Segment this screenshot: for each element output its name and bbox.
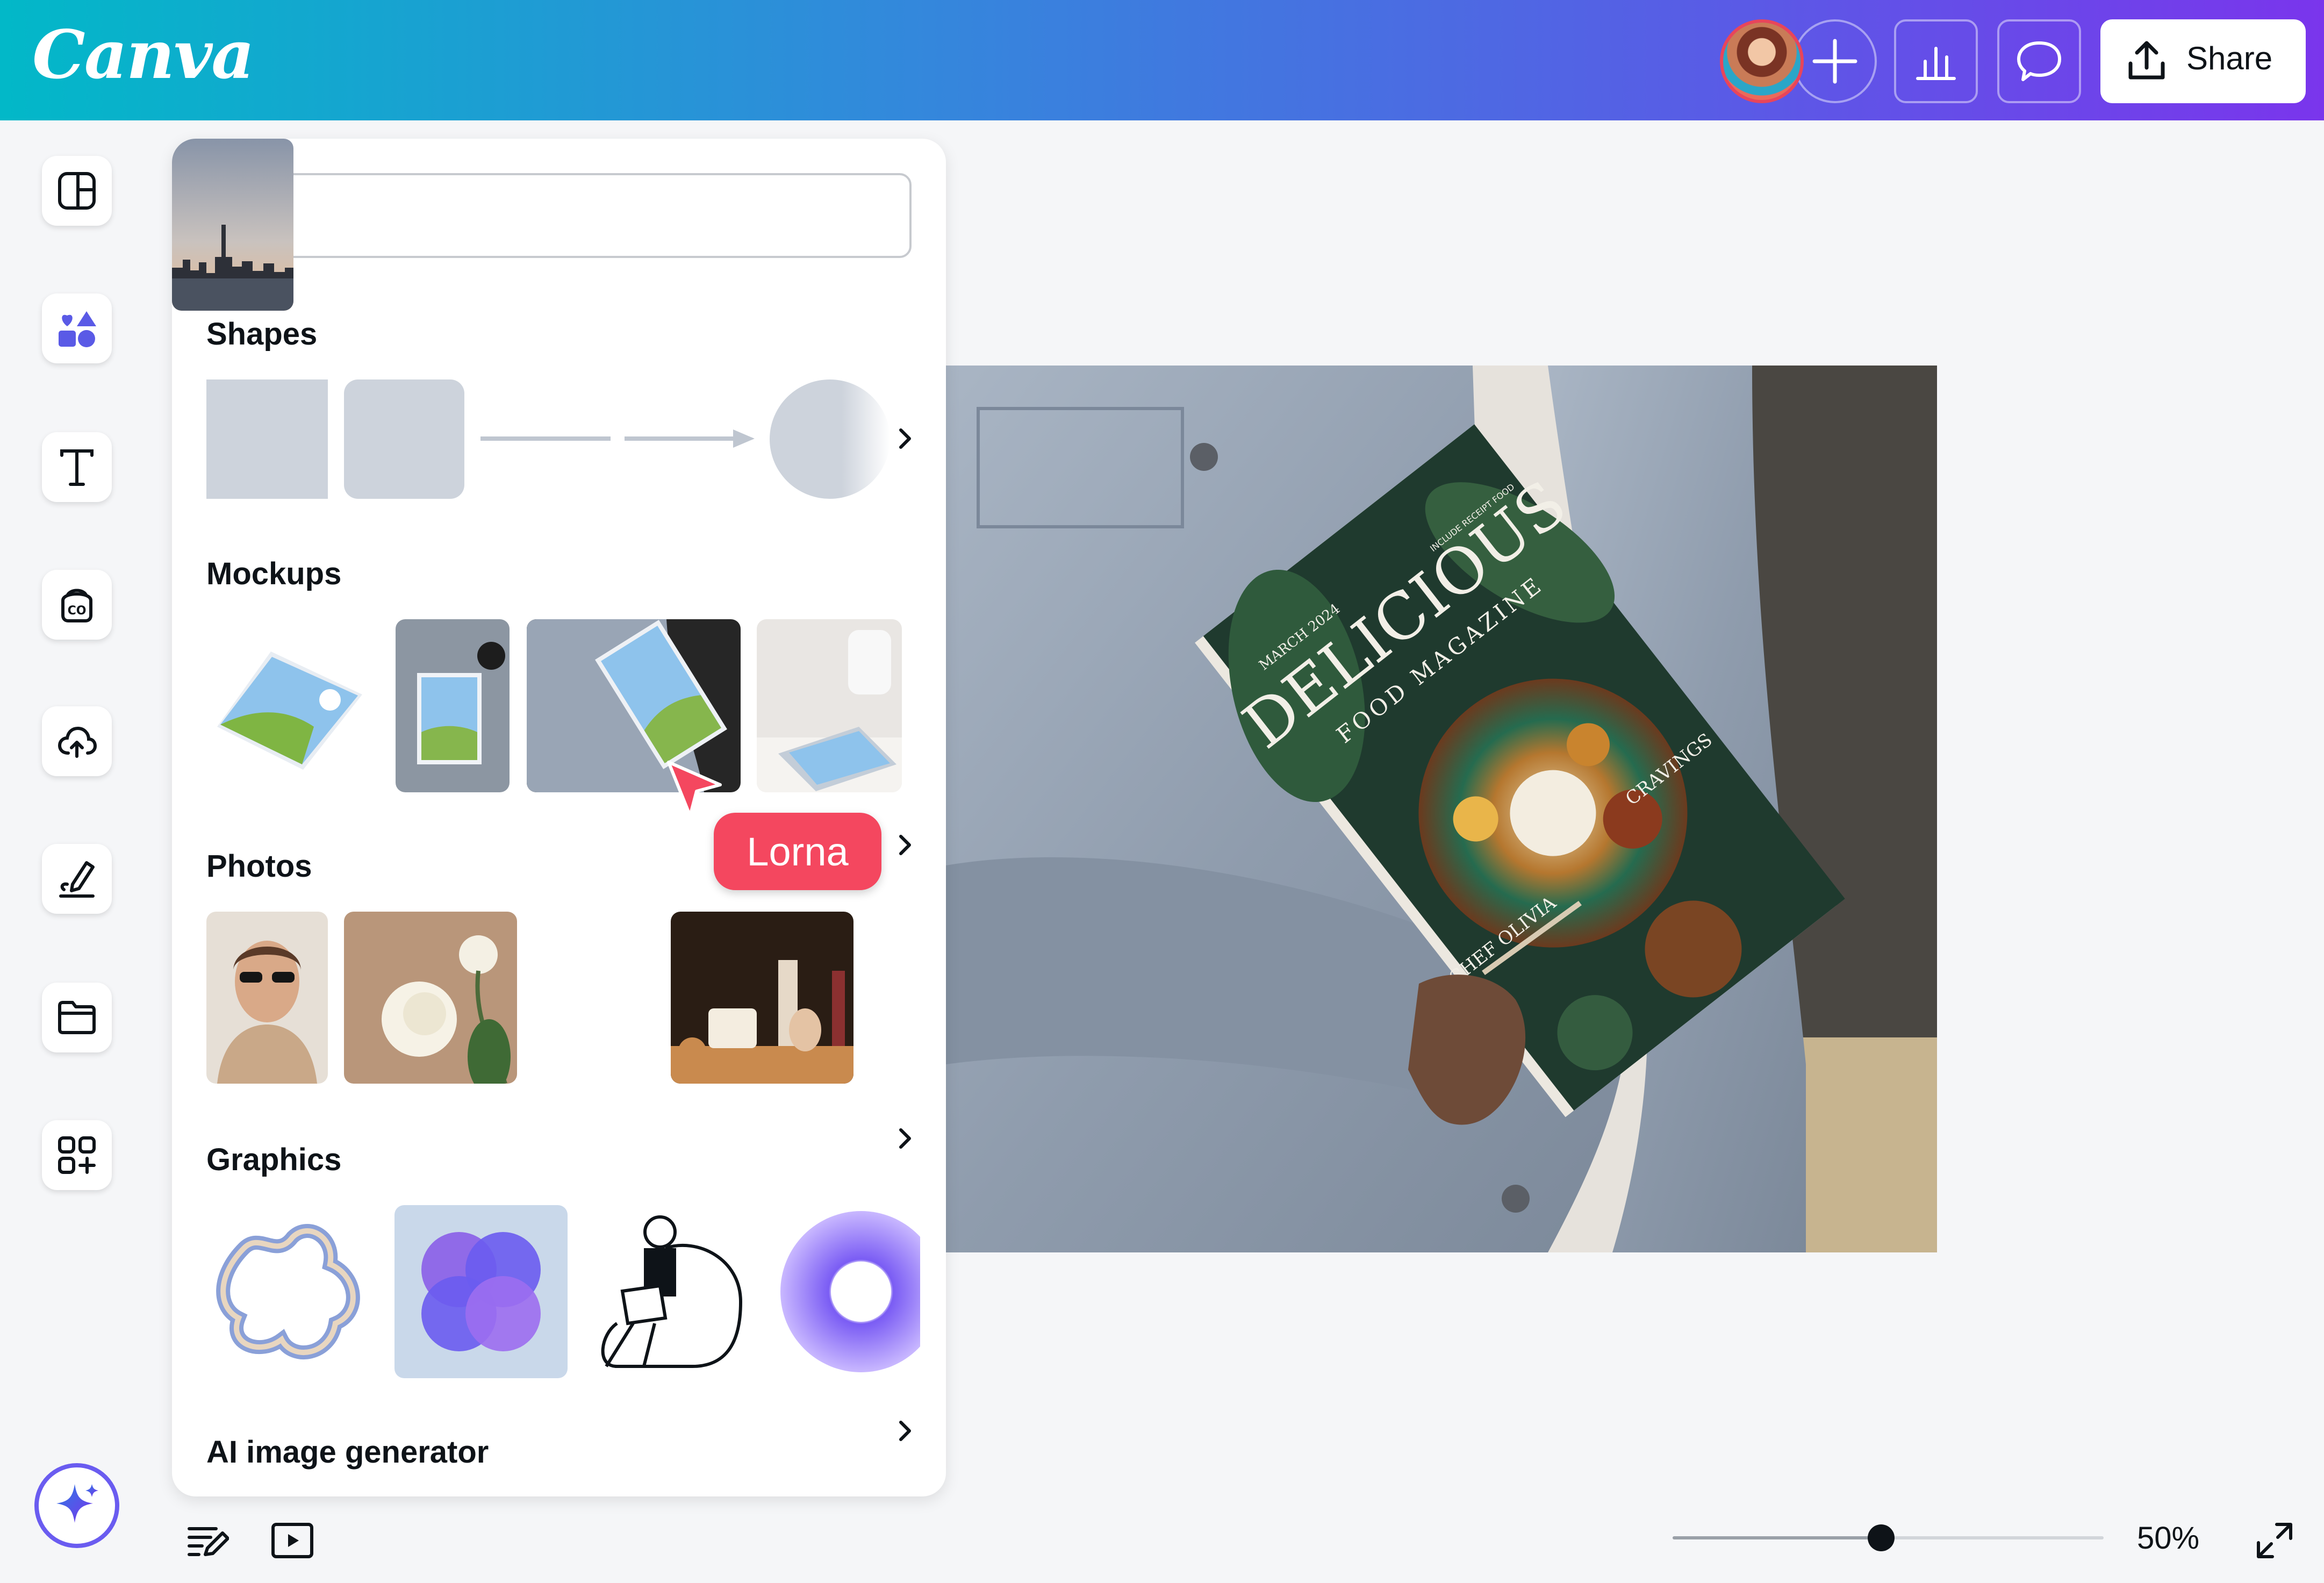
insights-button[interactable] <box>1894 19 1978 103</box>
section-title-graphics: Graphics <box>206 1142 342 1177</box>
brand-kit-icon: CO <box>61 589 92 622</box>
sidebar-item-elements[interactable] <box>42 293 112 363</box>
photo-white-flowers[interactable] <box>344 912 517 1084</box>
draw-icon <box>59 861 95 898</box>
mockup-hands-magazine[interactable] <box>396 619 510 792</box>
magic-button[interactable] <box>34 1463 119 1548</box>
cloud-upload-icon <box>58 726 97 758</box>
svg-text:CO: CO <box>68 604 87 618</box>
shape-arrow[interactable] <box>622 425 757 452</box>
comments-button[interactable] <box>1997 19 2081 103</box>
mockups-next-chevron-icon[interactable] <box>892 829 919 861</box>
notes-icon[interactable] <box>186 1519 229 1562</box>
section-title-shapes: Shapes <box>206 317 318 352</box>
canva-logo[interactable]: Canva <box>32 16 255 94</box>
section-title-mockups: Mockups <box>206 556 342 591</box>
collaborator-name-tag: Lorna <box>714 813 881 890</box>
sparkle-icon <box>56 1484 98 1523</box>
section-title-photos: Photos <box>206 849 312 884</box>
graphic-purple-orb[interactable] <box>394 1205 568 1378</box>
bar-chart-icon <box>1916 47 1956 80</box>
photos-next-chevron-icon[interactable] <box>892 1122 919 1155</box>
zoom-slider-fill <box>1673 1536 1881 1539</box>
present-icon[interactable] <box>270 1519 315 1562</box>
comment-icon <box>2017 41 2061 81</box>
sidebar-item-projects[interactable] <box>42 983 112 1052</box>
sidebar-item-draw[interactable] <box>42 844 112 914</box>
avatar[interactable] <box>1720 19 1804 103</box>
search-box[interactable] <box>206 173 912 258</box>
photo-person-with-magazine: DELICIOUS FOOD MAGAZINE MARCH 2024 INCLU… <box>946 366 1937 1252</box>
photo-city-skyline[interactable] <box>172 139 293 311</box>
folder-icon <box>58 1001 96 1034</box>
sidebar-item-apps[interactable] <box>42 1120 112 1190</box>
collaborator-cursor-icon <box>667 761 722 818</box>
photo-cosmetics-products[interactable] <box>671 912 853 1084</box>
top-bar: Canva Share <box>0 0 2324 120</box>
add-collaborator-button[interactable] <box>1793 19 1877 103</box>
apps-icon <box>58 1136 96 1174</box>
sidebar-item-brand[interactable]: CO <box>42 570 112 640</box>
shape-rounded-square[interactable] <box>344 379 464 499</box>
graphic-person-with-laptop[interactable] <box>585 1205 758 1378</box>
mockup-book-flat[interactable] <box>206 619 368 792</box>
graphic-purple-torus[interactable] <box>770 1205 920 1378</box>
sidebar-item-text[interactable] <box>42 432 112 502</box>
share-button[interactable]: Share <box>2100 19 2306 103</box>
upload-icon <box>2128 41 2165 80</box>
shape-circle[interactable] <box>770 379 890 499</box>
graphic-chrome-star-shape[interactable] <box>206 1205 379 1378</box>
sidebar-item-uploads[interactable] <box>42 706 112 776</box>
zoom-level[interactable]: 50% <box>2137 1520 2199 1556</box>
shape-line[interactable] <box>478 433 613 444</box>
text-icon <box>60 449 94 486</box>
layout-icon <box>58 172 96 210</box>
share-label: Share <box>2186 40 2273 76</box>
graphics-next-chevron-icon[interactable] <box>892 1415 919 1447</box>
design-canvas-image[interactable]: DELICIOUS FOOD MAGAZINE MARCH 2024 INCLU… <box>946 366 1937 1252</box>
shapes-icon <box>59 311 96 347</box>
sidebar-item-design[interactable] <box>42 156 112 226</box>
shape-square[interactable] <box>206 379 328 499</box>
plus-icon <box>1812 39 1857 84</box>
shapes-next-chevron-icon[interactable] <box>892 422 919 455</box>
photo-woman-sunglasses[interactable] <box>206 912 328 1084</box>
zoom-slider-handle[interactable] <box>1868 1524 1895 1551</box>
search-input[interactable] <box>273 186 899 246</box>
section-title-ai-image-generator: AI image generator <box>206 1435 489 1470</box>
mockup-desk-laptop[interactable] <box>757 619 902 792</box>
fullscreen-icon[interactable] <box>2253 1519 2296 1562</box>
